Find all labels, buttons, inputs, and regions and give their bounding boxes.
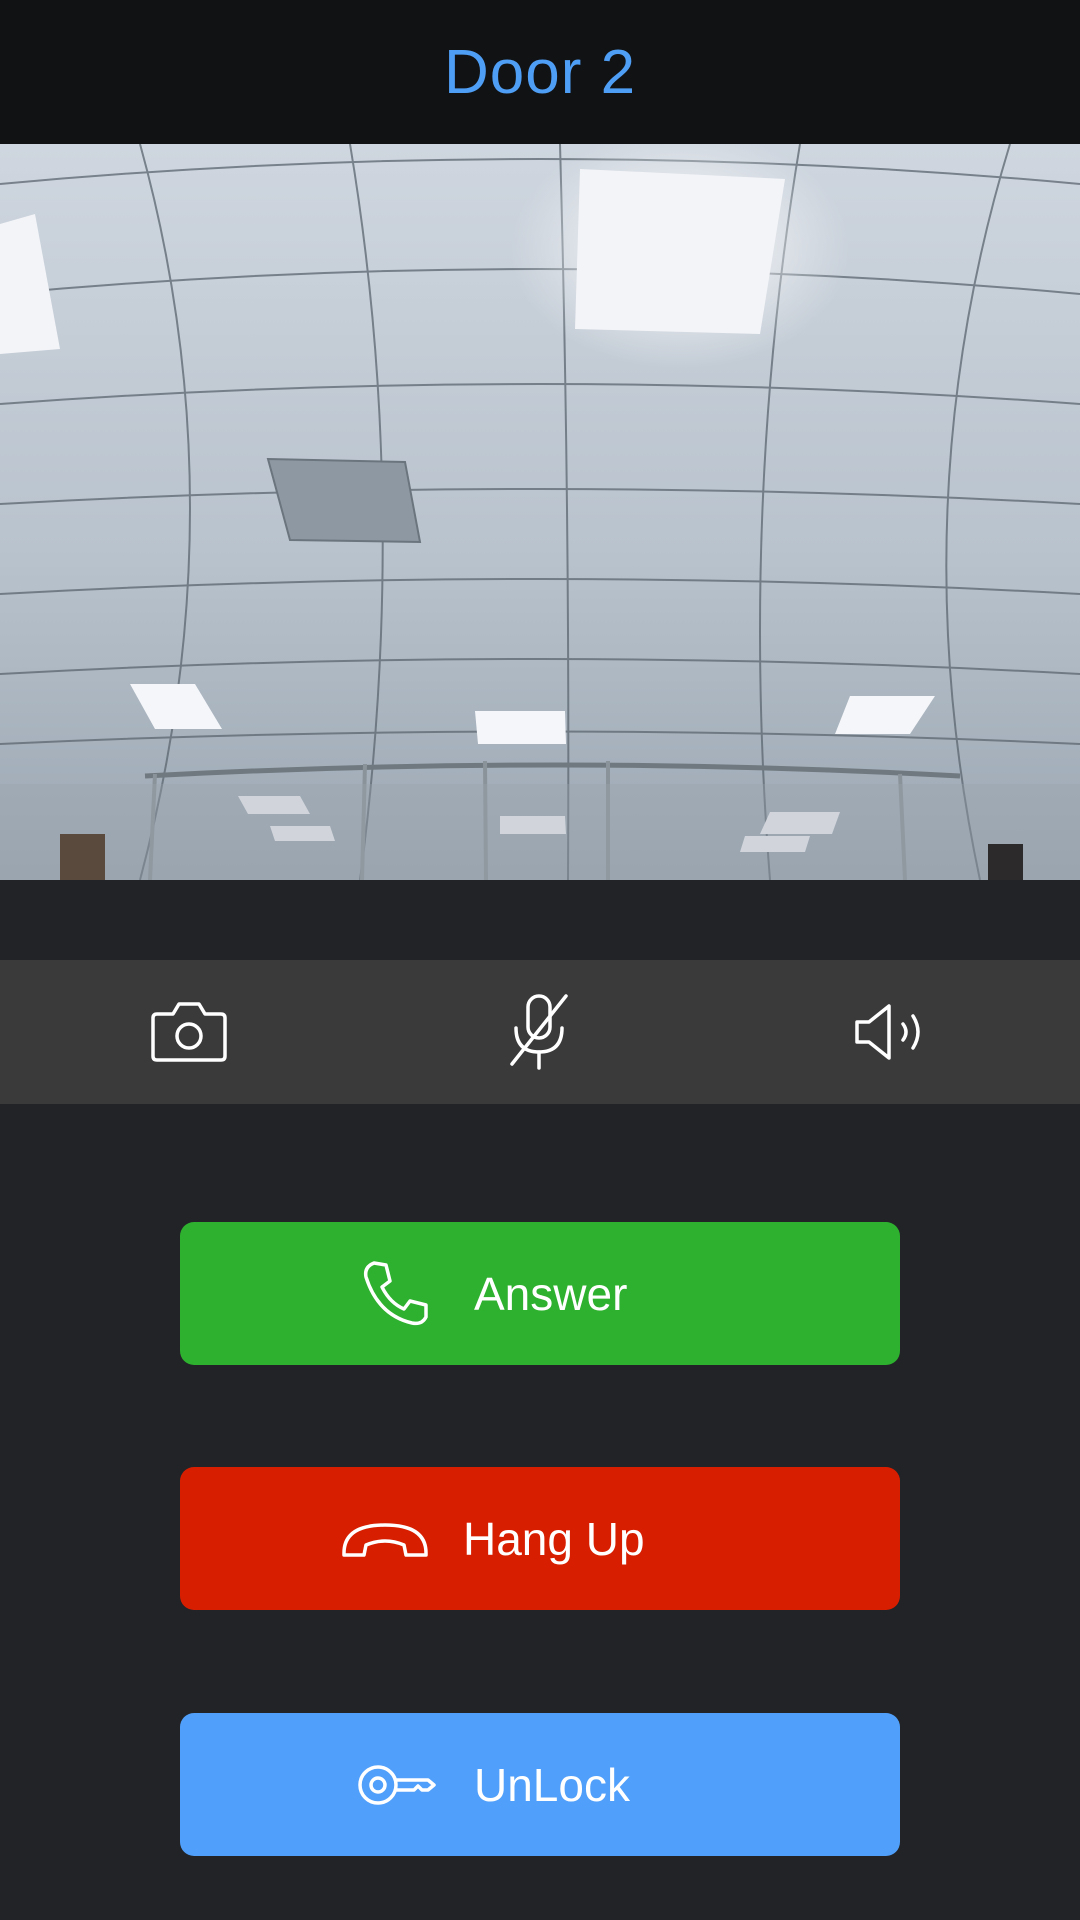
answer-button[interactable]: Answer (180, 1222, 900, 1365)
key-icon (356, 1713, 436, 1856)
hang-up-button[interactable]: Hang Up (180, 1467, 900, 1610)
camera-icon (151, 1002, 227, 1062)
answer-label: Answer (474, 1267, 628, 1320)
speaker-icon (855, 1004, 920, 1060)
mute-button[interactable] (459, 960, 619, 1104)
speaker-button[interactable] (811, 960, 971, 1104)
phone-icon (360, 1222, 430, 1365)
microphone-muted-icon (510, 994, 568, 1070)
call-toolbar (0, 960, 1080, 1104)
unlock-button[interactable]: UnLock (180, 1713, 900, 1856)
video-feed (0, 144, 1080, 880)
page-title: Door 2 (443, 37, 637, 107)
video-bottom-spacer (0, 880, 1080, 960)
hang-up-label: Hang Up (463, 1512, 645, 1565)
snapshot-button[interactable] (109, 960, 269, 1104)
unlock-label: UnLock (474, 1758, 630, 1811)
header: Door 2 (0, 0, 1080, 144)
hang-up-icon (340, 1467, 430, 1610)
camera-view-image (0, 144, 1080, 880)
